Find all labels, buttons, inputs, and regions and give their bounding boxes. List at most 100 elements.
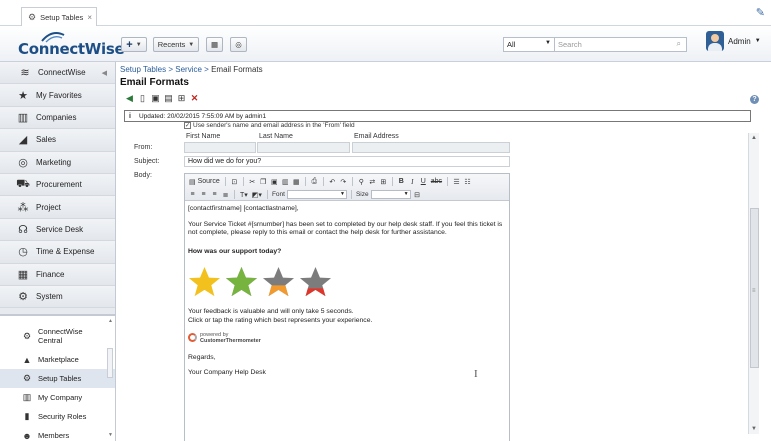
rating-star-orange[interactable] xyxy=(262,266,295,299)
strikethrough-icon[interactable]: abc xyxy=(430,177,443,187)
sidebar-subitem-security-roles[interactable]: ▮ Security Roles xyxy=(0,407,115,426)
sidebar-subitem-members[interactable]: ☻ Members xyxy=(0,426,115,441)
editor-body[interactable]: [contactfirstname] [contactlastname], Yo… xyxy=(185,201,509,441)
sidebar-subitem-setup-tables[interactable]: ⚙ Setup Tables xyxy=(0,369,115,388)
save-close-icon[interactable]: ▤ xyxy=(163,93,174,104)
select-all-icon[interactable]: ⊞ xyxy=(379,177,388,187)
rating-stars xyxy=(188,266,506,300)
collapse-sidebar-icon[interactable]: ◀ xyxy=(102,69,107,77)
preview-icon[interactable]: ⊡ xyxy=(230,177,239,187)
sidebar-item-project[interactable]: ⁂ Project xyxy=(0,196,115,219)
subnav-scrollbar[interactable]: ▲ ▼ xyxy=(107,318,114,438)
align-left-icon[interactable]: ≡ xyxy=(188,190,197,200)
body-editor[interactable]: ▤ Source ⊡ ✂ ❐ ▣ ▥ ▦ ⎙ ↶ ↷ ⚲ ⇄ ⊞ B I U a… xyxy=(184,173,510,441)
search-icon[interactable]: ⌕ xyxy=(677,39,681,49)
grid-icon: ▦ xyxy=(17,268,29,281)
sidebar-item-connectwise[interactable]: ≋ ConnectWise ◀ xyxy=(0,62,115,85)
delete-icon[interactable]: ✕ xyxy=(189,93,200,104)
tab-strip: ⚙ Setup Tables × ✎ xyxy=(0,0,771,26)
connectwise-logo[interactable]: ConnectWise xyxy=(18,32,125,58)
paste-text-icon[interactable]: ▥ xyxy=(281,177,290,187)
add-button[interactable]: + ▼ xyxy=(121,37,147,52)
numbered-list-icon[interactable]: ☰ xyxy=(452,177,461,187)
scroll-down-icon[interactable]: ▼ xyxy=(751,426,757,432)
regards-line: Regards, xyxy=(188,353,216,361)
search-scope-select[interactable]: All ▼ xyxy=(503,37,555,52)
tab-setup-tables[interactable]: ⚙ Setup Tables × xyxy=(21,7,97,26)
search-area: All ▼ Search ⌕ xyxy=(503,37,687,52)
search-input[interactable]: Search ⌕ xyxy=(555,37,687,52)
background-color-icon[interactable]: ◩▾ xyxy=(251,190,263,200)
back-icon[interactable]: ◀ xyxy=(124,93,135,104)
pin-icon[interactable]: ✎ xyxy=(756,6,765,19)
underline-icon[interactable]: U xyxy=(419,177,428,187)
redo-icon[interactable]: ↷ xyxy=(339,177,348,187)
breadcrumb-setup-tables[interactable]: Setup Tables xyxy=(120,65,166,74)
cut-icon[interactable]: ✂ xyxy=(248,177,257,187)
save-new-icon[interactable]: ⊞ xyxy=(176,93,187,104)
sidebar-subitem-marketplace[interactable]: ▲ Marketplace xyxy=(0,350,115,369)
target-icon: ◎ xyxy=(18,156,28,169)
sidebar-item-my-favorites[interactable]: ★ My Favorites xyxy=(0,84,115,107)
page-toolbar: ◀ ▯ ▣ ▤ ⊞ ✕ xyxy=(124,93,200,104)
paste-icon[interactable]: ▣ xyxy=(270,177,279,187)
align-center-icon[interactable]: ≡ xyxy=(199,190,208,200)
sidebar-item-system[interactable]: ⚙ System xyxy=(0,285,115,309)
rating-star-green[interactable] xyxy=(225,266,258,299)
close-icon[interactable]: × xyxy=(87,13,92,22)
user-menu[interactable]: Admin ▼ xyxy=(706,31,761,51)
time-expense-icon: ◷ xyxy=(18,246,28,259)
sidebar-subitem-my-company[interactable]: ▥ My Company xyxy=(0,388,115,407)
scrollbar-thumb[interactable] xyxy=(107,348,113,378)
rating-star-gold[interactable] xyxy=(188,266,221,299)
scroll-up-icon[interactable]: ▲ xyxy=(751,135,757,141)
print-icon[interactable]: ⎙ xyxy=(310,177,319,187)
from-last-name-field[interactable] xyxy=(257,142,350,153)
justify-icon[interactable]: ≣ xyxy=(221,190,230,200)
building-icon: ▥ xyxy=(17,111,29,124)
save-icon[interactable]: ▣ xyxy=(150,93,161,104)
font-select[interactable]: ▼ xyxy=(286,190,347,199)
new-icon[interactable]: ▯ xyxy=(137,93,148,104)
from-label: From: xyxy=(134,144,153,151)
main-scrollbar[interactable]: ▲ ≡ ▼ xyxy=(748,133,759,434)
recents-button[interactable]: Recents ▼ xyxy=(153,37,199,52)
scroll-up-icon[interactable]: ▲ xyxy=(108,318,113,324)
text-color-icon[interactable]: T▾ xyxy=(239,190,249,200)
copy-icon[interactable]: ❐ xyxy=(259,177,268,187)
help-button[interactable]: ◎ xyxy=(230,37,247,52)
sidebar-item-procurement[interactable]: ⛟ Procurement xyxy=(0,173,115,197)
size-label: Size xyxy=(355,191,369,198)
from-email-field[interactable] xyxy=(352,142,510,153)
find-icon[interactable]: ⚲ xyxy=(357,177,366,187)
paste-word-icon[interactable]: ▦ xyxy=(292,177,301,187)
sidebar-subitem-connectwise-central[interactable]: ⚙ ConnectWise Central xyxy=(0,322,115,350)
align-right-icon[interactable]: ≡ xyxy=(210,190,219,200)
breadcrumb-service[interactable]: Service xyxy=(175,65,202,74)
calendar-button[interactable]: ▦ xyxy=(206,37,223,52)
sidebar-item-sales[interactable]: ◢ Sales xyxy=(0,129,115,152)
scroll-down-icon[interactable]: ▼ xyxy=(108,432,113,438)
font-label: Font xyxy=(271,191,285,198)
sidebar-item-finance[interactable]: ▦ Finance xyxy=(0,263,115,286)
replace-icon[interactable]: ⇄ xyxy=(368,177,377,187)
undo-icon[interactable]: ↶ xyxy=(328,177,337,187)
source-icon: ▤ xyxy=(189,178,196,186)
rating-star-red[interactable] xyxy=(299,266,332,299)
from-first-name-field[interactable] xyxy=(184,142,256,153)
bold-icon[interactable]: B xyxy=(397,177,406,187)
sidebar-item-time-expense[interactable]: ◷ Time & Expense xyxy=(0,241,115,264)
italic-icon[interactable]: I xyxy=(408,177,417,187)
sidebar-item-service-desk[interactable]: ☊ Service Desk xyxy=(0,218,115,242)
greeting-line: [contactfirstname] [contactlastname], xyxy=(188,205,299,212)
sidebar-item-companies[interactable]: ▥ Companies xyxy=(0,106,115,130)
use-sender-option[interactable]: ✓ Use sender's name and email address in… xyxy=(184,122,355,129)
size-select[interactable]: ▼ xyxy=(370,190,411,199)
sidebar-item-marketing[interactable]: ◎ Marketing xyxy=(0,151,115,174)
subject-field[interactable]: How did we do for you? xyxy=(184,156,510,167)
use-sender-checkbox[interactable]: ✓ xyxy=(184,122,191,129)
help-icon[interactable]: ? xyxy=(750,95,759,104)
source-button[interactable]: ▤ Source xyxy=(188,177,221,187)
bulleted-list-icon[interactable]: ☷ xyxy=(463,177,472,187)
maximize-icon[interactable]: ⊟ xyxy=(413,190,422,200)
